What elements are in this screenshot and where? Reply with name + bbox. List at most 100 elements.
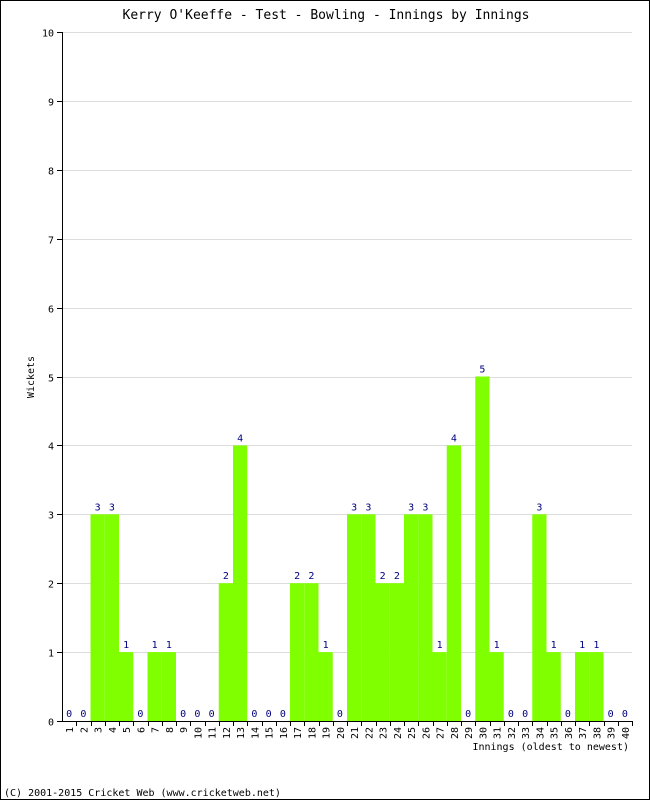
data-label: 3 — [109, 502, 115, 513]
x-tick-label: 32 — [507, 727, 518, 739]
chart-title: Kerry O'Keeffe - Test - Bowling - Inning… — [123, 8, 530, 23]
x-tick-label: 39 — [607, 727, 618, 739]
x-tick-label: 17 — [293, 727, 304, 739]
x-tick-label: 18 — [307, 727, 318, 739]
x-tick-label: 26 — [421, 727, 432, 739]
data-label: 3 — [95, 502, 101, 513]
y-tick-label: 4 — [48, 442, 54, 453]
data-label: 1 — [437, 640, 443, 651]
x-tick-label: 36 — [564, 727, 575, 739]
x-tick-label: 33 — [521, 727, 532, 739]
y-tick-label: 0 — [48, 718, 54, 729]
y-tick-label: 3 — [48, 511, 54, 522]
x-tick-label: 10 — [193, 727, 204, 739]
x-tick-label: 30 — [478, 727, 489, 739]
data-label: 0 — [622, 709, 628, 720]
data-label: 0 — [180, 709, 186, 720]
data-label: 3 — [422, 502, 428, 513]
data-label: 2 — [380, 571, 386, 582]
bar — [304, 583, 319, 721]
data-label: 0 — [565, 709, 571, 720]
data-label: 2 — [308, 571, 314, 582]
bar — [347, 514, 362, 721]
x-tick-label: 35 — [550, 727, 561, 739]
data-label: 1 — [123, 640, 129, 651]
y-tick-label: 1 — [48, 649, 54, 660]
x-tick-label: 2 — [79, 727, 90, 733]
x-tick-labels: 1 2 3 4 5 6 7 8 9 10 11 12 13 14 15 16 17 18 19 20 21 22 23 24 2… — [65, 727, 632, 739]
bar — [233, 445, 248, 721]
x-tick-label: 16 — [279, 727, 290, 739]
y-axis-label: Wickets — [26, 356, 37, 398]
data-label: 0 — [608, 709, 614, 720]
data-label: 0 — [66, 709, 72, 720]
x-axis-label: Innings (oldest to newest) — [472, 742, 629, 753]
x-tick-label: 4 — [108, 727, 119, 733]
bar — [104, 514, 119, 721]
x-tick-label: 23 — [379, 727, 390, 739]
bar — [532, 514, 547, 721]
chart-frame: Kerry O'Keeffe - Test - Bowling - Inning… — [0, 0, 650, 800]
x-tick-label: 3 — [94, 727, 105, 733]
bar — [361, 514, 376, 721]
x-tick-label: 1 — [65, 727, 76, 733]
data-label: 0 — [337, 709, 343, 720]
data-label: 0 — [522, 709, 528, 720]
x-tick-label: 15 — [265, 727, 276, 739]
x-tick-label: 25 — [407, 727, 418, 739]
x-tick-label: 37 — [578, 727, 589, 739]
bar — [161, 652, 176, 721]
data-label: 1 — [551, 640, 557, 651]
data-label: 1 — [579, 640, 585, 651]
data-label: 1 — [323, 640, 329, 651]
x-tick-label: 12 — [222, 727, 233, 739]
data-label: 0 — [251, 709, 257, 720]
data-label: 3 — [351, 502, 357, 513]
x-tick-label: 38 — [592, 727, 603, 739]
bars — [90, 376, 604, 721]
copyright-footer: (C) 2001-2015 Cricket Web (www.cricketwe… — [4, 788, 281, 799]
bar — [475, 376, 490, 721]
data-label: 0 — [280, 709, 286, 720]
bar — [418, 514, 433, 721]
x-tick-label: 29 — [464, 727, 475, 739]
data-label: 0 — [465, 709, 471, 720]
x-tick-label: 34 — [535, 727, 546, 739]
data-label: 0 — [266, 709, 272, 720]
x-tick-label: 14 — [250, 727, 261, 739]
x-tick-label: 21 — [350, 727, 361, 739]
data-label: 3 — [408, 502, 414, 513]
bar — [90, 514, 105, 721]
data-label: 2 — [394, 571, 400, 582]
y-tick-label: 8 — [48, 167, 54, 178]
data-label: 3 — [536, 502, 542, 513]
x-tick-label: 13 — [236, 727, 247, 739]
data-label: 4 — [451, 433, 457, 444]
bar — [318, 652, 333, 721]
data-label: 2 — [294, 571, 300, 582]
bar — [432, 652, 447, 721]
x-tick-label: 22 — [364, 727, 375, 739]
bar — [489, 652, 504, 721]
bar — [589, 652, 604, 721]
bar — [404, 514, 419, 721]
y-tick-label: 6 — [48, 305, 54, 316]
bar — [147, 652, 162, 721]
data-label: 5 — [479, 365, 485, 376]
x-tick-label: 8 — [165, 727, 176, 733]
bar-chart: Kerry O'Keeffe - Test - Bowling - Inning… — [4, 8, 633, 799]
bar — [546, 652, 561, 721]
x-tick-label: 6 — [136, 727, 147, 733]
data-label: 1 — [152, 640, 158, 651]
y-tick-label: 7 — [48, 236, 54, 247]
x-tick-label: 31 — [493, 727, 504, 739]
data-label: 3 — [365, 502, 371, 513]
data-label: 1 — [593, 640, 599, 651]
data-label: 1 — [166, 640, 172, 651]
data-label: 0 — [508, 709, 514, 720]
bar — [119, 652, 134, 721]
y-tick-label: 2 — [48, 580, 54, 591]
bar — [218, 583, 233, 721]
bar — [575, 652, 590, 721]
bar — [375, 583, 390, 721]
